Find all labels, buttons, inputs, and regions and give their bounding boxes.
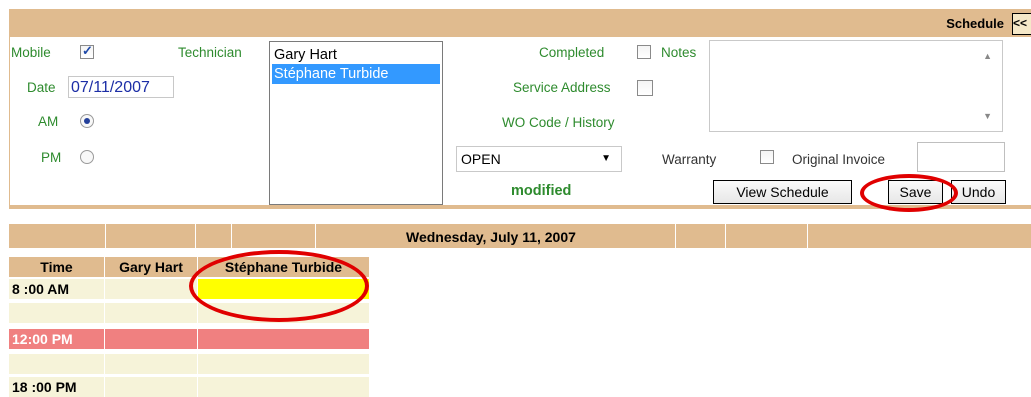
- time-slot-label: 18 :00 PM: [9, 377, 104, 397]
- date-input[interactable]: 07/11/2007: [68, 76, 174, 98]
- slot-cell-gary-hart-noon[interactable]: [105, 329, 197, 349]
- original-invoice-input[interactable]: [917, 142, 1005, 172]
- completed-checkbox[interactable]: [637, 45, 651, 59]
- slot-cell-stephane-turbide[interactable]: [198, 377, 369, 397]
- slot-cell-gary-hart[interactable]: [105, 303, 197, 323]
- save-annotation-oval: [860, 174, 958, 212]
- scroll-up-icon[interactable]: ▲: [983, 51, 992, 61]
- date-label: Date: [27, 80, 56, 95]
- slot-cell-stephane-turbide-noon[interactable]: [198, 329, 369, 349]
- time-slot-label: 8 :00 AM: [9, 279, 104, 299]
- schedule-title: Schedule: [946, 16, 1004, 31]
- pm-label: PM: [41, 150, 62, 165]
- technician-listbox[interactable]: Gary Hart Stéphane Turbide: [269, 41, 443, 205]
- pm-radio[interactable]: [80, 150, 94, 164]
- time-slot-label: [9, 303, 104, 323]
- column-header-gary-hart: Gary Hart: [105, 257, 197, 277]
- technician-label: Technician: [178, 45, 242, 60]
- technician-option-stephane-turbide[interactable]: Stéphane Turbide: [272, 64, 440, 84]
- mobile-label: Mobile: [11, 45, 51, 60]
- chevron-down-icon: ▼: [601, 153, 611, 164]
- status-modified-text: modified: [511, 183, 572, 199]
- warranty-checkbox[interactable]: [760, 150, 774, 164]
- undo-button[interactable]: Undo: [951, 180, 1006, 204]
- wo-code-history-link[interactable]: WO Code / History: [502, 115, 615, 130]
- technician-option-gary-hart[interactable]: Gary Hart: [272, 45, 440, 65]
- am-label: AM: [38, 114, 59, 129]
- notes-textarea[interactable]: ▲ ▼: [709, 40, 1003, 132]
- status-select[interactable]: OPEN ▼: [456, 146, 622, 172]
- service-address-checkbox[interactable]: [637, 80, 653, 96]
- warranty-label: Warranty: [662, 152, 717, 167]
- slot-cell-gary-hart[interactable]: [105, 354, 197, 374]
- slot-cell-gary-hart[interactable]: [105, 279, 197, 299]
- status-select-value: OPEN: [461, 151, 501, 167]
- slot-cell-stephane-turbide[interactable]: [198, 354, 369, 374]
- time-slot-label: [9, 354, 104, 374]
- service-address-label: Service Address: [513, 80, 611, 95]
- collapse-button[interactable]: <<: [1012, 13, 1031, 35]
- column-header-time: Time: [9, 257, 104, 277]
- scroll-down-icon[interactable]: ▼: [983, 111, 992, 121]
- slot-cell-gary-hart[interactable]: [105, 377, 197, 397]
- mobile-checkbox[interactable]: [80, 43, 94, 59]
- view-schedule-button[interactable]: View Schedule: [713, 180, 852, 204]
- completed-label: Completed: [539, 45, 605, 60]
- day-title: Wednesday, July 11, 2007: [406, 229, 576, 245]
- selected-slot-annotation-oval: [189, 250, 369, 322]
- am-radio[interactable]: [80, 114, 94, 128]
- original-invoice-label: Original Invoice: [792, 152, 886, 167]
- time-slot-label-noon: 12:00 PM: [9, 329, 104, 349]
- notes-label: Notes: [661, 45, 697, 60]
- schedule-header-bar: [9, 9, 1031, 37]
